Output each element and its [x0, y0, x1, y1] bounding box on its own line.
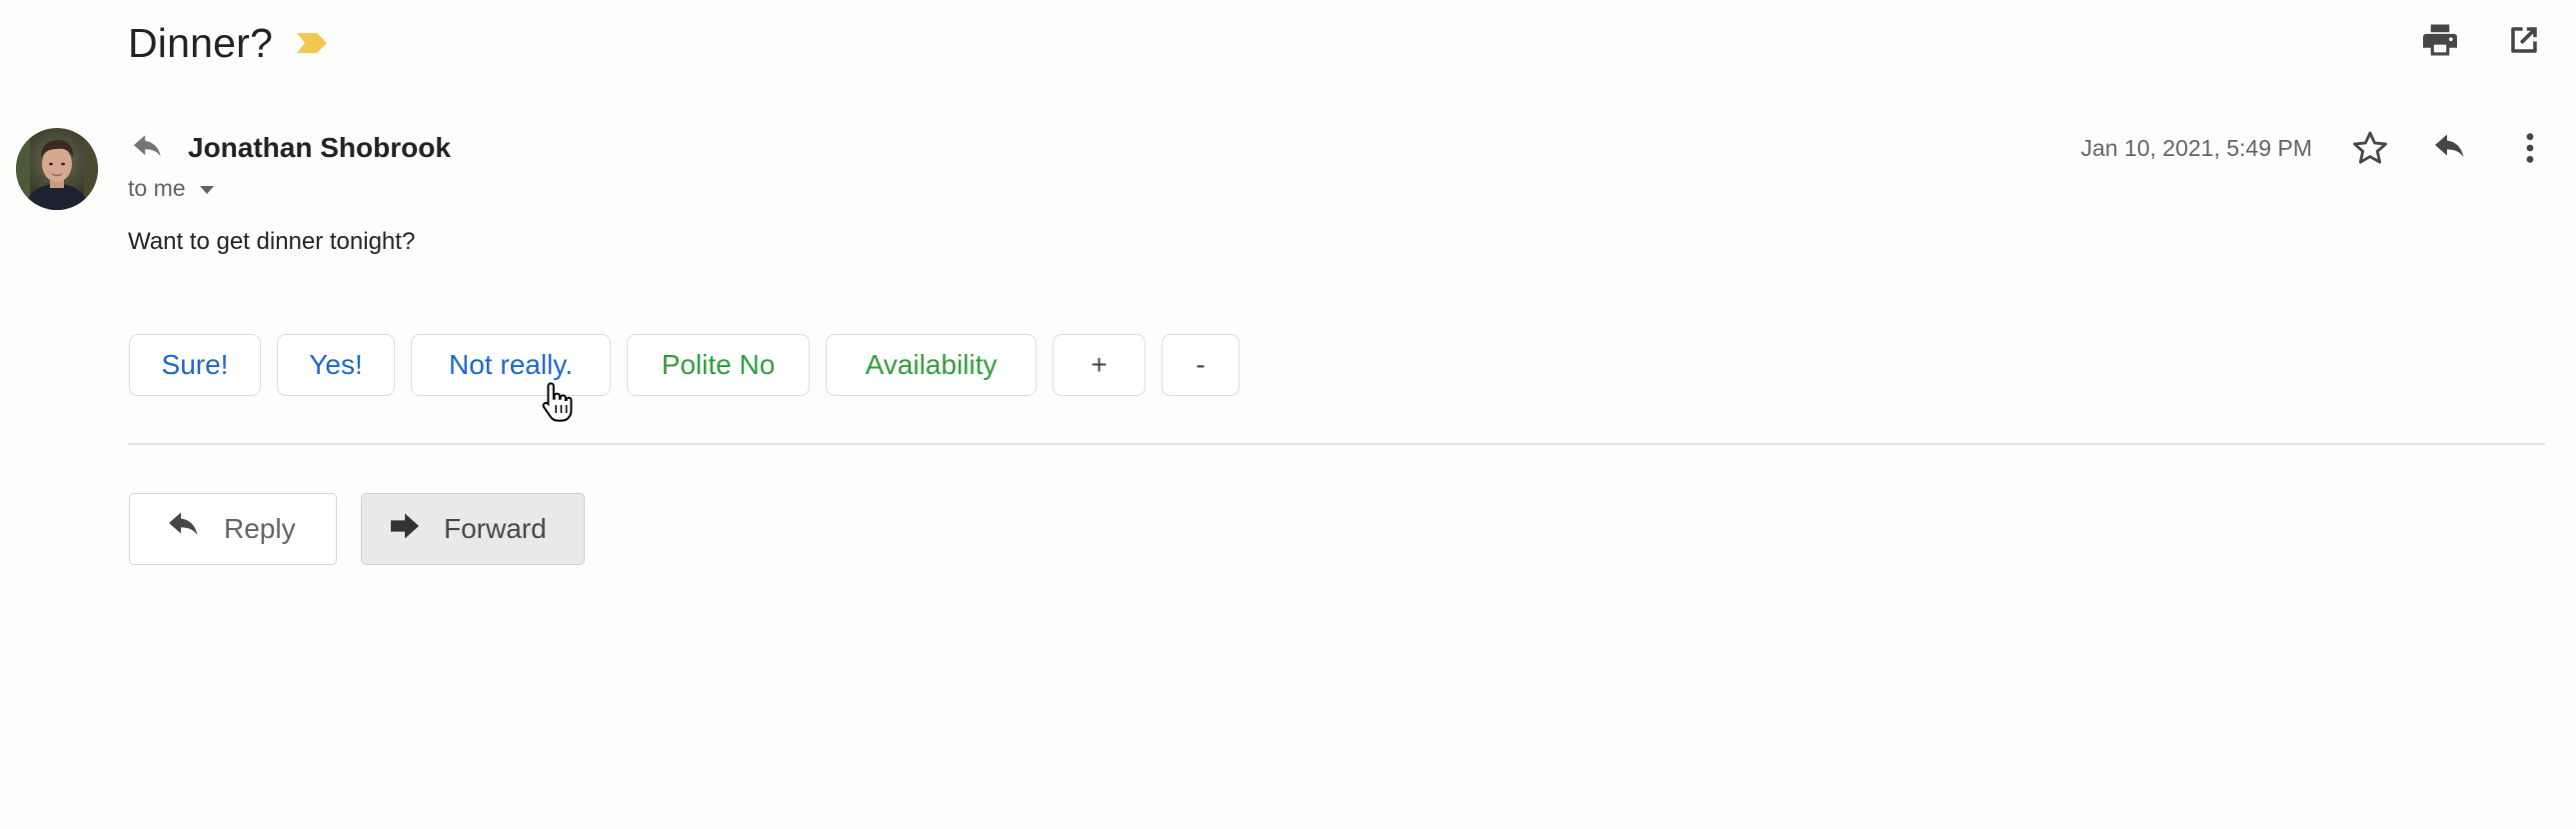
sender-avatar[interactable]: [16, 128, 98, 210]
hand-pointer-icon: [541, 381, 575, 423]
importance-marker-icon[interactable]: [295, 32, 329, 54]
thread-toolbar: [2418, 18, 2546, 62]
more-vert-icon[interactable]: [2508, 126, 2552, 170]
smart-reply-sure[interactable]: Sure!: [129, 334, 261, 396]
smart-reply-not-really[interactable]: Not really.: [411, 334, 611, 396]
print-icon[interactable]: [2418, 18, 2462, 62]
message-date: Jan 10, 2021, 5:49 PM: [2080, 134, 2312, 161]
reply-icon: [166, 512, 202, 547]
sender-name[interactable]: Jonathan Shobrook: [188, 132, 451, 164]
remove-reply-button[interactable]: -: [1162, 334, 1240, 396]
message-body: Want to get dinner tonight?: [128, 228, 416, 255]
forward-button[interactable]: Forward: [361, 493, 585, 565]
forward-button-label: Forward: [444, 513, 547, 544]
replied-indicator-icon: [128, 128, 168, 168]
open-in-new-window-icon[interactable]: [2502, 18, 2546, 62]
reply-button-label: Reply: [224, 513, 296, 544]
compose-actions: Reply Forward: [129, 493, 585, 565]
chevron-down-icon: [198, 175, 216, 202]
email-subject: Dinner?: [128, 19, 273, 66]
recipient-label: to me: [128, 174, 186, 201]
reply-button[interactable]: Reply: [129, 493, 337, 565]
smart-reply-bar: Sure! Yes! Not really. Polite No Availab…: [129, 334, 1240, 396]
add-reply-button[interactable]: +: [1053, 334, 1146, 396]
reply-icon[interactable]: [2428, 126, 2472, 170]
subject-row: Dinner?: [128, 14, 329, 72]
forward-icon: [388, 512, 422, 547]
star-outline-icon[interactable]: [2348, 126, 2392, 170]
smart-reply-yes[interactable]: Yes!: [277, 334, 395, 396]
sender-row: Jonathan Shobrook: [128, 128, 451, 168]
recipient-details-toggle[interactable]: to me: [128, 170, 216, 206]
smart-reply-polite-no[interactable]: Polite No: [627, 334, 810, 396]
message-header-actions: Jan 10, 2021, 5:49 PM: [2081, 124, 2552, 172]
divider: [128, 443, 2545, 445]
smart-reply-availability[interactable]: Availability: [826, 334, 1037, 396]
